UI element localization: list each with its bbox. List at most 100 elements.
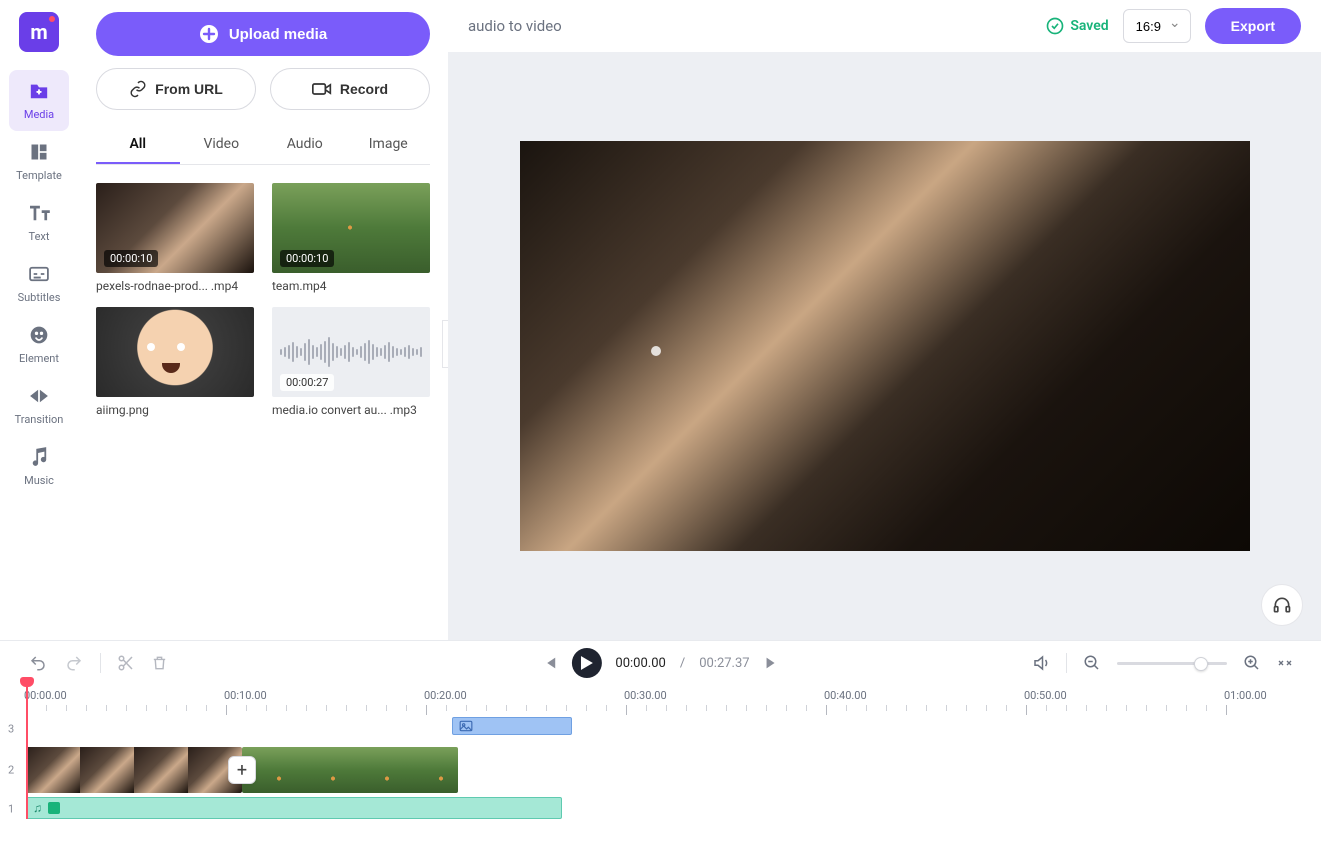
camera-icon (312, 81, 332, 97)
from-url-label: From URL (155, 81, 223, 97)
music-note-icon: ♫ (33, 801, 42, 815)
aspect-ratio-select[interactable]: 16:9 (1123, 9, 1191, 43)
fit-timeline-button[interactable] (1277, 655, 1293, 671)
redo-button[interactable] (64, 654, 84, 672)
zoom-slider[interactable] (1117, 662, 1227, 665)
nav-subtitles[interactable]: Subtitles (9, 253, 69, 314)
nav-template[interactable]: Template (9, 131, 69, 192)
zoom-out-button[interactable] (1083, 654, 1101, 672)
tab-video[interactable]: Video (180, 126, 264, 164)
add-clip-button[interactable]: + (228, 756, 256, 784)
split-button[interactable] (117, 654, 135, 672)
export-button[interactable]: Export (1205, 8, 1301, 44)
nav-media[interactable]: Media (9, 70, 69, 131)
upload-media-label: Upload media (229, 26, 327, 43)
nav-label: Music (24, 474, 54, 487)
audio-waveform-icon (48, 802, 60, 814)
plus-circle-icon (199, 24, 219, 44)
preview-canvas[interactable] (520, 141, 1250, 551)
media-thumb[interactable]: 00:00:10 team.mp4 (272, 183, 430, 293)
saved-label: Saved (1070, 18, 1108, 34)
image-icon (459, 720, 473, 732)
play-button[interactable] (571, 648, 601, 678)
media-duration: 00:00:10 (280, 250, 334, 267)
current-time: 00:00.00 (615, 656, 665, 671)
music-icon (28, 446, 50, 468)
total-time: 00:27.37 (699, 656, 749, 671)
record-button[interactable]: Record (270, 68, 430, 110)
tab-image[interactable]: Image (347, 126, 431, 164)
undo-button[interactable] (28, 654, 48, 672)
timeline: 00:00.00 / 00:27.37 00:00.00 00:10.00 00:2… (0, 640, 1321, 844)
next-frame-button[interactable] (764, 655, 780, 671)
text-icon (28, 202, 50, 224)
nav-label: Element (19, 352, 59, 365)
media-preview (96, 307, 254, 397)
track-audio[interactable]: 1 ♫ (26, 797, 1321, 821)
video-clip[interactable] (242, 747, 458, 793)
time-separator: / (680, 656, 685, 671)
track-image[interactable]: 3 (26, 717, 1321, 741)
canvas-wrap (448, 52, 1321, 640)
tab-all[interactable]: All (96, 126, 180, 164)
nav-transition[interactable]: Transition (9, 375, 69, 436)
ruler-label: 00:00.00 (24, 689, 67, 702)
record-label: Record (340, 81, 388, 97)
headphones-icon (1272, 595, 1292, 615)
audio-clip[interactable]: ♫ (26, 797, 562, 819)
project-title[interactable]: audio to video (468, 17, 1032, 35)
media-name: aiimg.png (96, 403, 254, 417)
volume-button[interactable] (1032, 654, 1050, 672)
media-preview: 00:00:10 (272, 183, 430, 273)
nav-label: Text (29, 230, 50, 243)
ruler[interactable]: 00:00.0000:10.0000:20.0000:30.0000:40.00… (0, 685, 1321, 717)
nav-label: Template (16, 169, 62, 182)
app-logo: m (19, 12, 59, 52)
delete-button[interactable] (151, 654, 168, 672)
prev-frame-button[interactable] (541, 655, 557, 671)
video-clip[interactable] (26, 747, 242, 793)
media-name: media.io convert au... .mp3 (272, 403, 430, 417)
nav-label: Subtitles (18, 291, 61, 304)
support-button[interactable] (1261, 584, 1303, 626)
media-preview: 00:00:10 (96, 183, 254, 273)
media-tabs: AllVideoAudioImage (96, 126, 430, 165)
media-thumb[interactable]: aiimg.png (96, 307, 254, 417)
preview-area: audio to video Saved 16:9 Export (448, 0, 1321, 640)
media-thumb[interactable]: 00:00:10 pexels-rodnae-prod... .mp4 (96, 183, 254, 293)
ruler-label: 00:30.00 (624, 689, 667, 702)
zoom-in-button[interactable] (1243, 654, 1261, 672)
track-number: 2 (8, 764, 14, 777)
track-video[interactable]: 2 + (26, 747, 1321, 793)
saved-indicator: Saved (1046, 17, 1108, 35)
from-url-button[interactable]: From URL (96, 68, 256, 110)
media-panel: Upload media From URL Record AllVideoAud… (78, 0, 448, 640)
sidebar: m Media Template Text Subtitles Element Trans… (0, 0, 78, 640)
check-circle-icon (1046, 17, 1064, 35)
subtitles-icon (28, 263, 50, 285)
tracks: 3 2 + 1 ♫ (0, 717, 1321, 827)
nav-text[interactable]: Text (9, 192, 69, 253)
ruler-label: 00:10.00 (224, 689, 267, 702)
media-thumb[interactable]: 00:00:27 media.io convert au... .mp3 (272, 307, 430, 417)
transition-icon (28, 385, 50, 407)
image-clip[interactable] (452, 717, 572, 735)
tab-audio[interactable]: Audio (263, 126, 347, 164)
media-icon (28, 80, 50, 102)
media-name: pexels-rodnae-prod... .mp4 (96, 279, 254, 293)
upload-media-button[interactable]: Upload media (96, 12, 430, 56)
timeline-toolbar: 00:00.00 / 00:27.37 (0, 641, 1321, 685)
ruler-label: 00:40.00 (824, 689, 867, 702)
nav-element[interactable]: Element (9, 314, 69, 375)
track-number: 3 (8, 723, 14, 736)
media-duration: 00:00:27 (280, 374, 334, 391)
template-icon (28, 141, 50, 163)
ruler-label: 00:50.00 (1024, 689, 1067, 702)
track-number: 1 (8, 803, 14, 816)
nav-label: Transition (15, 413, 64, 426)
media-name: team.mp4 (272, 279, 430, 293)
link-icon (129, 80, 147, 98)
media-duration: 00:00:10 (104, 250, 158, 267)
playhead[interactable] (26, 683, 28, 819)
nav-music[interactable]: Music (9, 436, 69, 497)
